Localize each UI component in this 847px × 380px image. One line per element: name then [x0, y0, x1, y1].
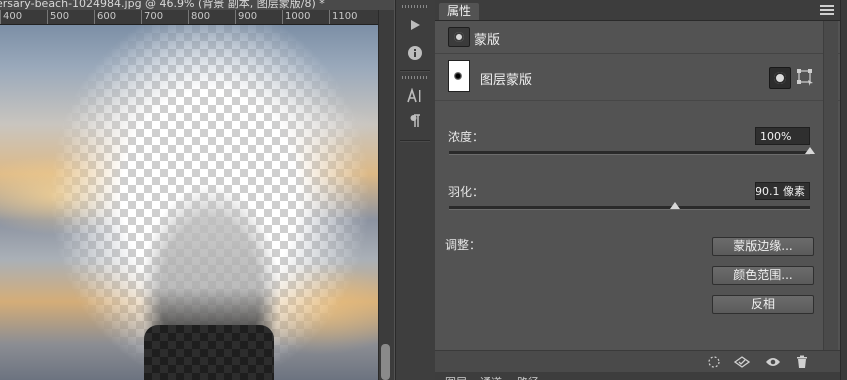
- ruler-tick: [0, 10, 1, 24]
- feather-label: 羽化：: [448, 185, 485, 199]
- tab-layers[interactable]: 图层: [445, 374, 467, 380]
- strip-separator: [400, 140, 430, 142]
- ruler-tick: [188, 10, 189, 24]
- load-selection-icon[interactable]: [705, 354, 723, 370]
- feather-slider-track[interactable]: [449, 206, 810, 210]
- tab-paths[interactable]: 路径: [517, 374, 539, 380]
- masked-subject-base: [144, 325, 274, 380]
- density-label: 浓度：: [448, 130, 485, 144]
- tab-channels[interactable]: 通道: [480, 374, 502, 380]
- play-actions-icon[interactable]: [404, 14, 426, 36]
- ruler-tick: [47, 10, 48, 24]
- ruler-label: 400: [3, 11, 23, 22]
- strip-grip[interactable]: [402, 76, 428, 79]
- delete-mask-icon[interactable]: [793, 354, 811, 370]
- panel-title-row: 蒙版: [435, 21, 840, 54]
- panel-menu-icon[interactable]: [820, 5, 834, 15]
- properties-panel: 属性 蒙版 图层蒙版 浓度： 100% 羽化： 90.1 像素 调整： 蒙版边缘…: [435, 0, 840, 380]
- vector-mask-icon[interactable]: [796, 68, 814, 86]
- strip-grip[interactable]: [402, 5, 428, 8]
- panel-header: 属性: [435, 0, 840, 21]
- ruler-label: 800: [191, 11, 211, 22]
- panel-footer: [435, 350, 840, 373]
- panel-scrollbar[interactable]: [823, 21, 838, 350]
- panel-title: 蒙版: [474, 33, 501, 48]
- mask-type-icon: [448, 27, 470, 47]
- density-slider-thumb[interactable]: [805, 147, 815, 154]
- document-window: ersary-beach-1024984.jpg @ 46.9% (背景 副本,…: [0, 0, 394, 380]
- adjust-label: 调整：: [445, 238, 482, 252]
- scrollbar-thumb[interactable]: [381, 344, 390, 380]
- ruler-tick: [282, 10, 283, 24]
- ruler-label: 600: [97, 11, 117, 22]
- ruler-tick: [141, 10, 142, 24]
- bottom-panel-tabs: 图层 通道 路径: [435, 372, 840, 380]
- properties-tab[interactable]: 属性: [439, 3, 480, 20]
- image-canvas[interactable]: [0, 25, 378, 380]
- character-panel-icon[interactable]: [404, 85, 426, 107]
- ruler-label: 1100: [332, 11, 358, 22]
- ruler-label: 700: [144, 11, 164, 22]
- ruler-label: 1000: [285, 11, 311, 22]
- mask-type-label: 图层蒙版: [480, 73, 533, 88]
- color-range-button[interactable]: 颜色范围...: [712, 266, 814, 285]
- feather-slider-thumb[interactable]: [669, 202, 680, 209]
- density-field[interactable]: 100%: [755, 127, 810, 145]
- vertical-scrollbar[interactable]: [378, 10, 394, 380]
- mask-thumbnail: [448, 60, 470, 92]
- invert-button[interactable]: 反相: [712, 295, 814, 314]
- ruler-tick: [235, 10, 236, 24]
- pixel-mask-button[interactable]: [769, 67, 791, 89]
- ruler-tick: [94, 10, 95, 24]
- ruler-label: 500: [50, 11, 70, 22]
- ruler-tick: [329, 10, 330, 24]
- strip-separator: [400, 70, 430, 72]
- visibility-eye-icon[interactable]: [764, 354, 782, 370]
- window-edge: [840, 0, 847, 380]
- paragraph-icon[interactable]: [404, 110, 426, 132]
- horizontal-ruler: 400 500 600 700 800 900 1000 1100: [0, 10, 378, 25]
- density-slider-track[interactable]: [449, 151, 810, 155]
- info-icon[interactable]: [404, 42, 426, 64]
- ruler-label: 900: [238, 11, 258, 22]
- mask-edge-button[interactable]: 蒙版边缘...: [712, 237, 814, 256]
- feather-field[interactable]: 90.1 像素: [755, 182, 810, 200]
- collapsed-panel-strip: [395, 0, 436, 380]
- mask-selection-row: 图层蒙版: [435, 54, 840, 101]
- apply-mask-icon[interactable]: [733, 354, 751, 370]
